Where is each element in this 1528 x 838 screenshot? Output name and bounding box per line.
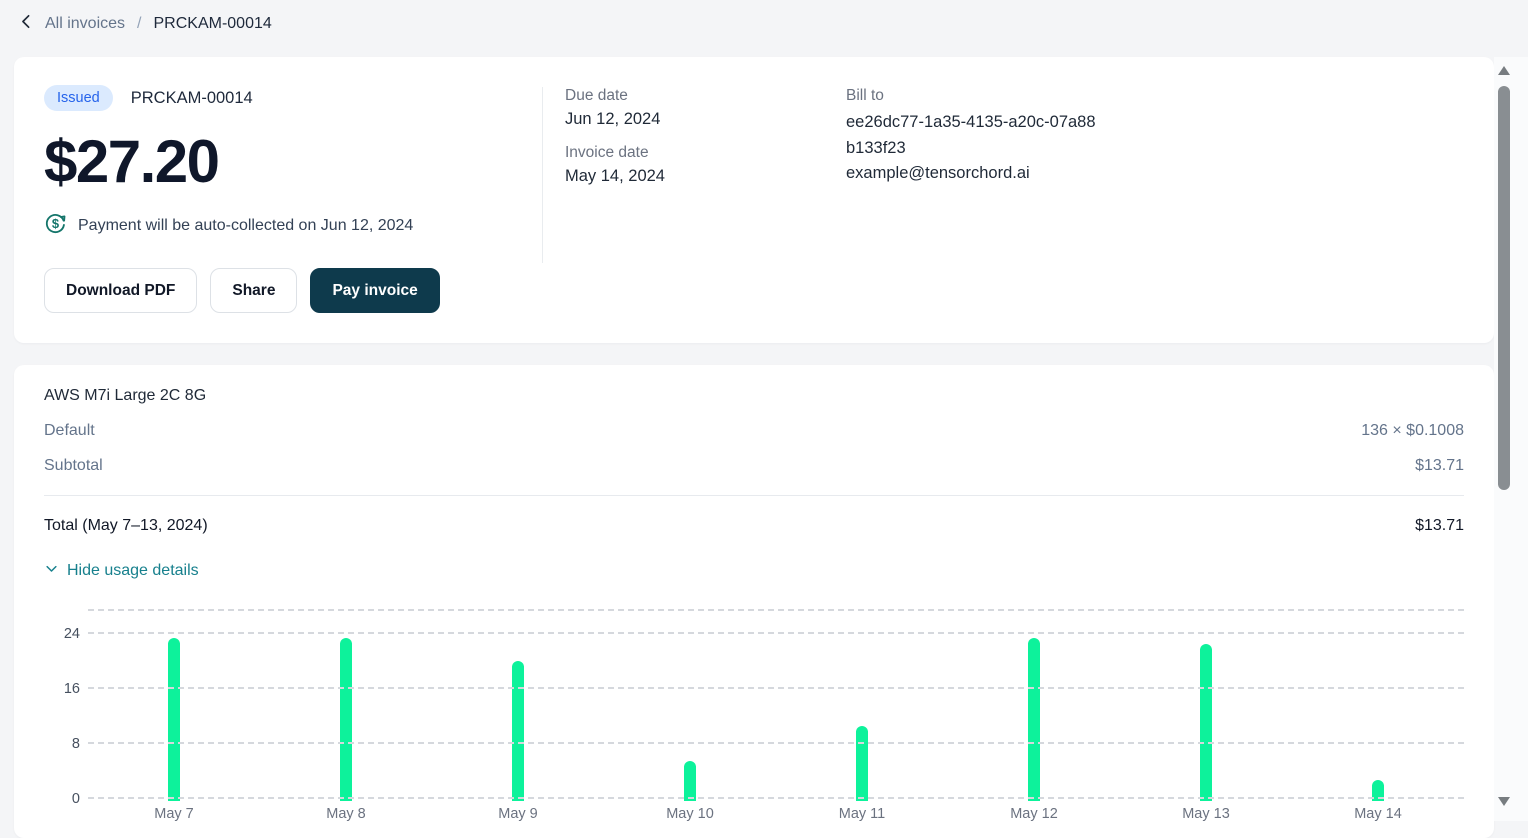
bill-to-email: example@tensorchord.ai (846, 161, 1096, 187)
scrollbar-thumb[interactable] (1498, 86, 1510, 490)
line-item-value: 136 × $0.1008 (1361, 422, 1464, 440)
breadcrumb-separator: / (135, 15, 143, 33)
invoice-number: PRCKAM-00014 (131, 89, 253, 108)
gridline (88, 742, 1464, 744)
invoice-date-label: Invoice date (565, 144, 846, 162)
scrollbar-up-arrow[interactable] (1498, 66, 1510, 75)
line-items-card: AWS M7i Large 2C 8G Default 136 × $0.100… (14, 365, 1494, 838)
x-tick-label: May 12 (948, 806, 1120, 822)
bill-to-column: Bill to ee26dc77-1a35-4135-a20c-07a88b13… (846, 87, 1464, 313)
main-content: Issued PRCKAM-00014 $27.20 $ Payment wil… (14, 57, 1494, 838)
chart-y-axis: 081624 (44, 609, 88, 799)
chevron-down-icon (44, 561, 59, 581)
x-tick-label: May 8 (260, 806, 432, 822)
vertical-scrollbar[interactable] (1496, 60, 1512, 812)
hide-usage-details-toggle[interactable]: Hide usage details (44, 561, 199, 581)
hide-usage-details-label: Hide usage details (67, 562, 199, 580)
auto-collect-note: Payment will be auto-collected on Jun 12… (78, 217, 413, 235)
x-tick-label: May 11 (776, 806, 948, 822)
bill-to-label: Bill to (846, 87, 1464, 105)
bar-slot (88, 609, 260, 799)
subtotal-label: Subtotal (44, 457, 103, 475)
x-tick-label: May 10 (604, 806, 776, 822)
usage-bar-may-10 (684, 761, 696, 801)
chart-bars (88, 609, 1464, 799)
bar-slot (432, 609, 604, 799)
usage-bar-may-8 (340, 638, 352, 801)
pay-invoice-button[interactable]: Pay invoice (310, 268, 439, 313)
bar-slot (260, 609, 432, 799)
chart-x-axis: May 7May 8May 9May 10May 11May 12May 13M… (88, 806, 1464, 822)
svg-text:$: $ (52, 216, 59, 231)
share-button[interactable]: Share (210, 268, 297, 313)
total-label: Total (May 7–13, 2024) (44, 517, 208, 535)
invoice-date-value: May 14, 2024 (565, 167, 846, 186)
usage-bar-may-12 (1028, 638, 1040, 801)
total-divider (44, 495, 1464, 496)
subtotal-row: Subtotal $13.71 (44, 457, 1464, 475)
x-tick-label: May 9 (432, 806, 604, 822)
invoice-amount: $27.20 (44, 127, 542, 196)
invoice-summary-card: Issued PRCKAM-00014 $27.20 $ Payment wil… (14, 57, 1494, 343)
usage-bar-may-11 (856, 726, 868, 801)
usage-bar-may-13 (1200, 644, 1212, 801)
y-tick-label: 24 (64, 626, 80, 642)
y-tick-label: 0 (72, 791, 80, 807)
x-tick-label: May 13 (1120, 806, 1292, 822)
chart-plot (88, 609, 1464, 799)
gridline-top (88, 609, 1464, 611)
y-tick-label: 8 (72, 736, 80, 752)
bar-slot (776, 609, 948, 799)
gridline (88, 687, 1464, 689)
y-tick-label: 16 (64, 681, 80, 697)
due-date-label: Due date (565, 87, 846, 105)
product-name: AWS M7i Large 2C 8G (44, 387, 1464, 405)
line-item-row: Default 136 × $0.1008 (44, 422, 1464, 440)
bar-slot (1120, 609, 1292, 799)
breadcrumb-current-invoice: PRCKAM-00014 (153, 15, 271, 33)
breadcrumb-all-invoices[interactable]: All invoices (45, 15, 125, 33)
back-button[interactable] (18, 13, 35, 35)
due-date-value: Jun 12, 2024 (565, 110, 846, 129)
invoice-summary-left: Issued PRCKAM-00014 $27.20 $ Payment wil… (44, 85, 542, 313)
bar-slot (604, 609, 776, 799)
bill-to-id: ee26dc77-1a35-4135-a20c-07a88b133f23 (846, 110, 1096, 161)
scrollbar-down-arrow[interactable] (1498, 797, 1510, 806)
breadcrumb: All invoices / PRCKAM-00014 (0, 0, 1528, 48)
bar-slot (948, 609, 1120, 799)
x-tick-label: May 7 (88, 806, 260, 822)
usage-bar-may-7 (168, 638, 180, 801)
usage-bar-may-9 (512, 661, 524, 801)
subtotal-value: $13.71 (1415, 457, 1464, 475)
gridline (88, 797, 1464, 799)
total-value: $13.71 (1415, 517, 1464, 535)
gridline (88, 632, 1464, 634)
total-row: Total (May 7–13, 2024) $13.71 (44, 517, 1464, 535)
bar-slot (1292, 609, 1464, 799)
auto-collect-icon: $ (44, 212, 67, 240)
x-tick-label: May 14 (1292, 806, 1464, 822)
line-item-label: Default (44, 422, 95, 440)
usage-bar-chart: 081624 (44, 609, 1464, 799)
download-pdf-button[interactable]: Download PDF (44, 268, 197, 313)
chevron-left-icon (18, 13, 35, 35)
invoice-dates-column: Due date Jun 12, 2024 Invoice date May 1… (542, 87, 846, 263)
status-badge: Issued (44, 85, 113, 111)
